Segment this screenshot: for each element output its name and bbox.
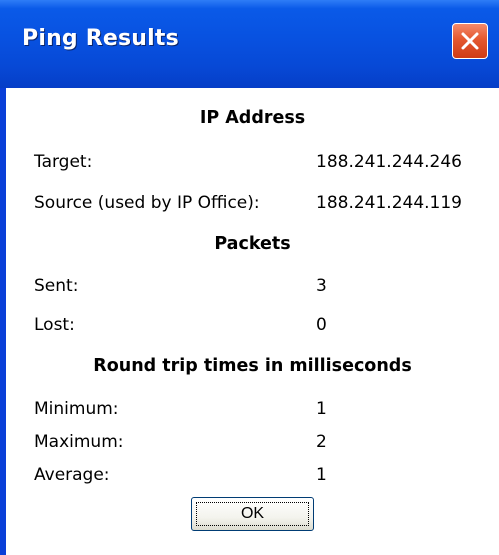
average-label: Average: [34, 465, 110, 485]
source-value: 188.241.244.119 [316, 193, 463, 213]
target-label: Target: [34, 152, 93, 172]
lost-value: 0 [316, 315, 327, 335]
source-label: Source (used by IP Office): [34, 193, 260, 213]
ok-button[interactable]: OK [191, 497, 314, 531]
sent-label: Sent: [34, 276, 79, 296]
title-bar[interactable]: Ping Results [0, 0, 499, 88]
close-icon [461, 32, 479, 50]
ok-button-label: OK [240, 505, 265, 522]
minimum-value: 1 [316, 399, 327, 419]
target-value: 188.241.244.246 [316, 152, 463, 172]
packets-heading: Packets [214, 234, 291, 254]
close-button[interactable] [452, 23, 488, 59]
dialog-body: IP Address Target: 188.241.244.246 Sourc… [6, 88, 499, 555]
average-value: 1 [316, 465, 327, 485]
maximum-value: 2 [316, 432, 327, 452]
sent-value: 3 [316, 276, 327, 296]
window-title: Ping Results [22, 26, 179, 51]
minimum-label: Minimum: [34, 399, 119, 419]
lost-label: Lost: [34, 315, 75, 335]
round-trip-heading: Round trip times in milliseconds [93, 356, 412, 376]
maximum-label: Maximum: [34, 432, 124, 452]
ping-results-dialog: Ping Results IP Address Target: 188.241.… [0, 0, 499, 555]
ip-address-heading: IP Address [199, 108, 306, 128]
